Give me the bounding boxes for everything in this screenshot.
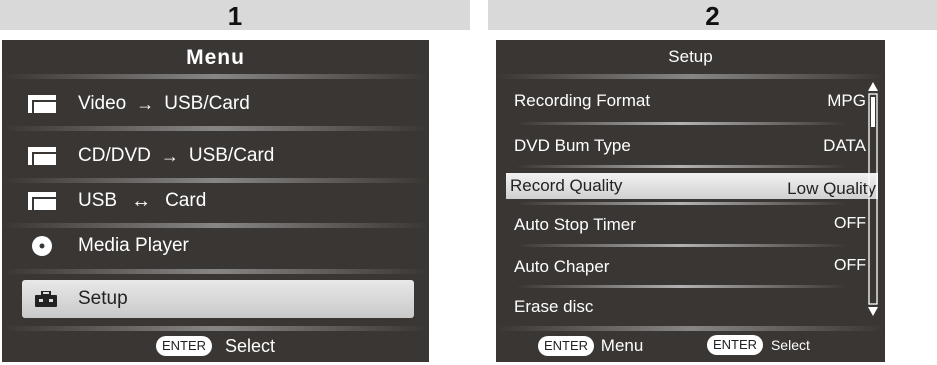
menu-item-label: CD/DVD bbox=[78, 145, 151, 166]
footer-action-label: Select bbox=[770, 337, 810, 353]
setting-label: Record Quality bbox=[510, 176, 623, 195]
setup-item-auto-stop-timer[interactable]: Auto Stop Timer OFF bbox=[510, 210, 874, 240]
step-1-label: 1 bbox=[0, 0, 470, 31]
menu-item-video-usb-card[interactable]: Video → USB/Card bbox=[16, 87, 415, 121]
menu-title: Menu bbox=[186, 46, 245, 69]
setup-item-recording-format[interactable]: Recording Format MPG bbox=[510, 86, 874, 116]
setting-value: Low Quality bbox=[787, 179, 876, 198]
setting-label: DVD Bum Type bbox=[514, 136, 631, 155]
enter-key-badge: ENTER bbox=[155, 336, 212, 357]
tv-icon bbox=[28, 146, 56, 166]
menu-item-label: Video bbox=[78, 93, 127, 114]
menu-item-label: USB/Card bbox=[164, 93, 250, 114]
toolbox-icon bbox=[32, 289, 60, 309]
enter-key-badge: ENTER bbox=[538, 335, 595, 356]
menu-item-label: Media Player bbox=[78, 235, 189, 256]
tv-icon bbox=[28, 94, 56, 114]
step-2-label: 2 bbox=[488, 0, 937, 31]
scroll-up-icon bbox=[868, 82, 878, 91]
menu-item-label: Setup bbox=[78, 288, 128, 309]
menu-item-label: USB bbox=[78, 190, 118, 211]
menu-item-usb-card[interactable]: USB ↔ Card bbox=[16, 184, 415, 218]
menu-footer: ENTER Select bbox=[2, 328, 429, 362]
setting-value: DATA bbox=[823, 136, 866, 155]
setup-title: Setup bbox=[668, 47, 713, 66]
footer-action-label: Menu bbox=[600, 335, 644, 355]
menu-item-label: USB/Card bbox=[188, 145, 275, 166]
setting-value: OFF bbox=[834, 257, 866, 274]
setting-value: MPG bbox=[827, 91, 866, 110]
menu-item-setup[interactable]: Setup bbox=[22, 280, 414, 318]
disc-icon bbox=[28, 236, 56, 256]
menu-panel: Menu Video → USB/Card CD/DVD → USB/Card … bbox=[2, 40, 429, 362]
setup-item-erase-disc[interactable]: Erase disc bbox=[510, 292, 874, 322]
arrow-right-icon: → bbox=[136, 93, 155, 114]
menu-item-cddvd-usb-card[interactable]: CD/DVD → USB/Card bbox=[16, 139, 415, 173]
scroll-down-icon bbox=[868, 307, 878, 316]
menu-item-media-player[interactable]: Media Player bbox=[16, 229, 415, 263]
setting-label: Auto Chaper bbox=[514, 257, 610, 276]
scroll-thumb bbox=[871, 97, 875, 127]
setting-label: Erase disc bbox=[514, 297, 594, 316]
setup-item-auto-chapter[interactable]: Auto Chaper OFF bbox=[510, 252, 874, 282]
enter-key-badge: ENTER bbox=[707, 335, 764, 355]
setup-item-record-quality[interactable]: Record Quality Low Quality bbox=[506, 173, 878, 199]
setting-value: OFF bbox=[834, 215, 866, 232]
setup-panel: Setup Recording Format MPG DVD Bum Type … bbox=[496, 40, 885, 362]
menu-item-label: Card bbox=[165, 190, 207, 211]
setting-label: Recording Format bbox=[514, 91, 651, 110]
setting-label: Auto Stop Timer bbox=[514, 215, 636, 234]
setup-footer: ENTER Menu ENTER Select bbox=[496, 328, 885, 362]
setup-item-dvd-burn-type[interactable]: DVD Bum Type DATA bbox=[510, 131, 874, 161]
tv-icon bbox=[28, 191, 56, 211]
arrow-both-icon: ↔ bbox=[131, 189, 152, 212]
arrow-right-icon: → bbox=[160, 145, 179, 166]
footer-action-label: Select bbox=[225, 336, 276, 357]
setup-scrollbar[interactable] bbox=[867, 80, 879, 318]
